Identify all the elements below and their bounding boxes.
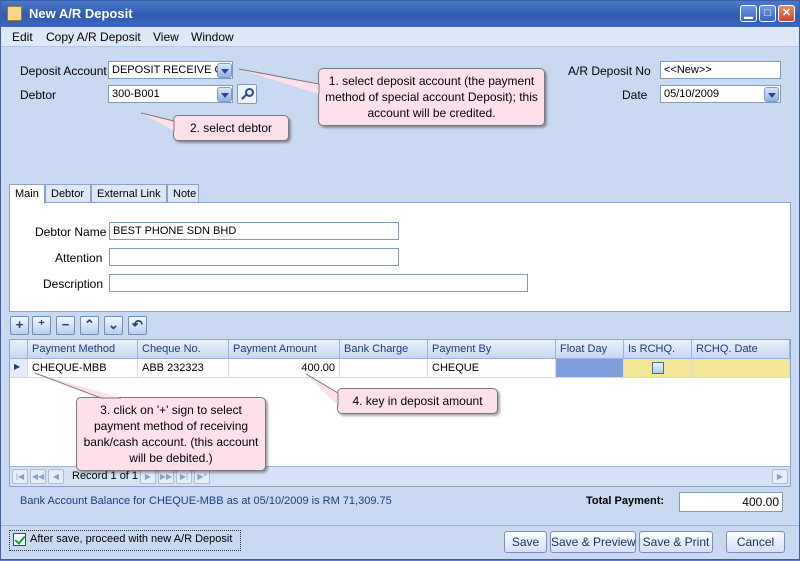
app-icon [7, 6, 22, 21]
cell-float-day[interactable] [556, 359, 624, 378]
column-header-payment-method[interactable]: Payment Method [28, 340, 138, 359]
column-header-is-rchq[interactable]: Is RCHQ. [624, 340, 692, 359]
tab-external-link[interactable]: External Link [91, 184, 167, 203]
cell-payment-by[interactable]: CHEQUE [428, 359, 556, 378]
proceed-new-checkbox[interactable] [13, 533, 26, 546]
callout-select-debtor: 2. select debtor [173, 115, 289, 141]
callout-select-deposit-account: 1. select deposit account (the payment m… [318, 68, 545, 126]
last-record-icon[interactable]: ▶| [176, 469, 192, 484]
tab-note[interactable]: Note [167, 184, 199, 203]
bottom-bar: After save, proceed with new A/R Deposit… [1, 525, 799, 559]
column-header-rchq-date[interactable]: RCHQ. Date [692, 340, 790, 359]
pointer-debtor [140, 112, 175, 131]
prev-record-icon[interactable]: ◀ [48, 469, 64, 484]
cell-payment-method[interactable]: CHEQUE-MBB [28, 359, 138, 378]
move-down-icon[interactable]: ⌄ [104, 316, 123, 335]
save-print-button[interactable]: Save & Print [639, 531, 713, 553]
close-button[interactable]: ✕ [778, 5, 795, 22]
menu-window[interactable]: Window [191, 30, 234, 44]
end-icon[interactable]: ▶* [194, 469, 210, 484]
record-counter: Record 1 of 1 [72, 470, 139, 482]
menu-view[interactable]: View [153, 30, 179, 44]
date-dropdown-icon[interactable] [764, 87, 779, 102]
menu-copy-ar-deposit[interactable]: Copy A/R Deposit [46, 30, 141, 44]
cell-payment-amount[interactable]: 400.00 [229, 359, 340, 378]
total-payment-label: Total Payment: [586, 495, 665, 507]
date-label: Date [622, 88, 648, 102]
description-label: Description [43, 277, 104, 291]
move-up-icon[interactable]: ⌃ [80, 316, 99, 335]
menu-edit[interactable]: Edit [12, 30, 33, 44]
cell-is-rchq[interactable] [624, 359, 692, 378]
date-field[interactable]: 05/10/2009 [660, 85, 781, 103]
bank-balance-text: Bank Account Balance for CHEQUE-MBB as a… [20, 495, 392, 507]
callout-key-in-amount: 4. key in deposit amount [337, 388, 498, 414]
attention-label: Attention [55, 251, 103, 265]
save-preview-button[interactable]: Save & Preview [550, 531, 636, 553]
current-row-indicator: ▶ [10, 359, 28, 378]
cancel-button[interactable]: Cancel [726, 531, 785, 553]
next-page-icon[interactable]: ▶▶ [158, 469, 174, 484]
maximize-button[interactable]: □ [759, 5, 776, 22]
tab-main[interactable]: Main [9, 184, 45, 204]
cell-cheque-no[interactable]: ABB 232323 [138, 359, 229, 378]
minimize-button[interactable]: ▁ [740, 5, 757, 22]
column-header-cheque-no[interactable]: Cheque No. [138, 340, 229, 359]
menu-bar: Edit Copy A/R Deposit View Window [1, 27, 799, 47]
deposit-account-dropdown-icon[interactable] [217, 63, 232, 78]
proceed-new-label[interactable]: After save, proceed with new A/R Deposit [30, 533, 232, 545]
total-payment-field: 400.00 [679, 492, 783, 512]
window-title: New A/R Deposit [29, 6, 133, 21]
column-header-payment-amount[interactable]: Payment Amount [229, 340, 340, 359]
next-record-icon[interactable]: ▶ [140, 469, 156, 484]
tab-debtor[interactable]: Debtor [45, 184, 91, 203]
prev-page-icon[interactable]: ◀◀ [30, 469, 46, 484]
scroll-right-icon[interactable]: ▶ [772, 469, 788, 484]
main-tab-panel: Debtor Name BEST PHONE SDN BHD Attention… [9, 202, 791, 312]
callout-select-payment-method: 3. click on '+' sign to select payment m… [76, 397, 266, 471]
insert-row-icon[interactable]: ⁺ [32, 316, 51, 335]
row-indicator-header [10, 340, 28, 359]
cell-rchq-date[interactable] [692, 359, 790, 378]
column-header-bank-charge[interactable]: Bank Charge [340, 340, 428, 359]
debtor-name-field[interactable]: BEST PHONE SDN BHD [109, 222, 399, 240]
debtor-search-icon[interactable] [237, 84, 257, 104]
title-bar[interactable]: New A/R Deposit ▁ □ ✕ [1, 1, 799, 27]
debtor-name-label: Debtor Name [35, 225, 107, 239]
debtor-label: Debtor [20, 88, 57, 102]
ar-deposit-no-field[interactable]: <<New>> [660, 61, 781, 79]
debtor-dropdown-icon[interactable] [217, 87, 232, 102]
column-header-float-day[interactable]: Float Day [556, 340, 624, 359]
deposit-account-label: Deposit Account [20, 64, 107, 78]
column-header-payment-by[interactable]: Payment By [428, 340, 556, 359]
delete-row-icon[interactable]: − [56, 316, 75, 335]
is-rchq-checkbox[interactable] [652, 362, 664, 374]
debtor-select[interactable]: 300-B001 [108, 85, 233, 103]
first-record-icon[interactable]: |◀ [12, 469, 28, 484]
undo-icon[interactable]: ↶ [128, 316, 147, 335]
attention-field[interactable] [109, 248, 399, 266]
ar-deposit-no-label: A/R Deposit No [568, 64, 651, 78]
ar-deposit-window: New A/R Deposit ▁ □ ✕ Edit Copy A/R Depo… [0, 0, 800, 560]
save-button[interactable]: Save [504, 531, 547, 553]
cell-bank-charge[interactable] [340, 359, 428, 378]
deposit-account-select[interactable]: DEPOSIT RECEIVE CH [108, 61, 233, 79]
add-row-icon[interactable]: + [10, 316, 29, 335]
description-field[interactable] [109, 274, 528, 292]
